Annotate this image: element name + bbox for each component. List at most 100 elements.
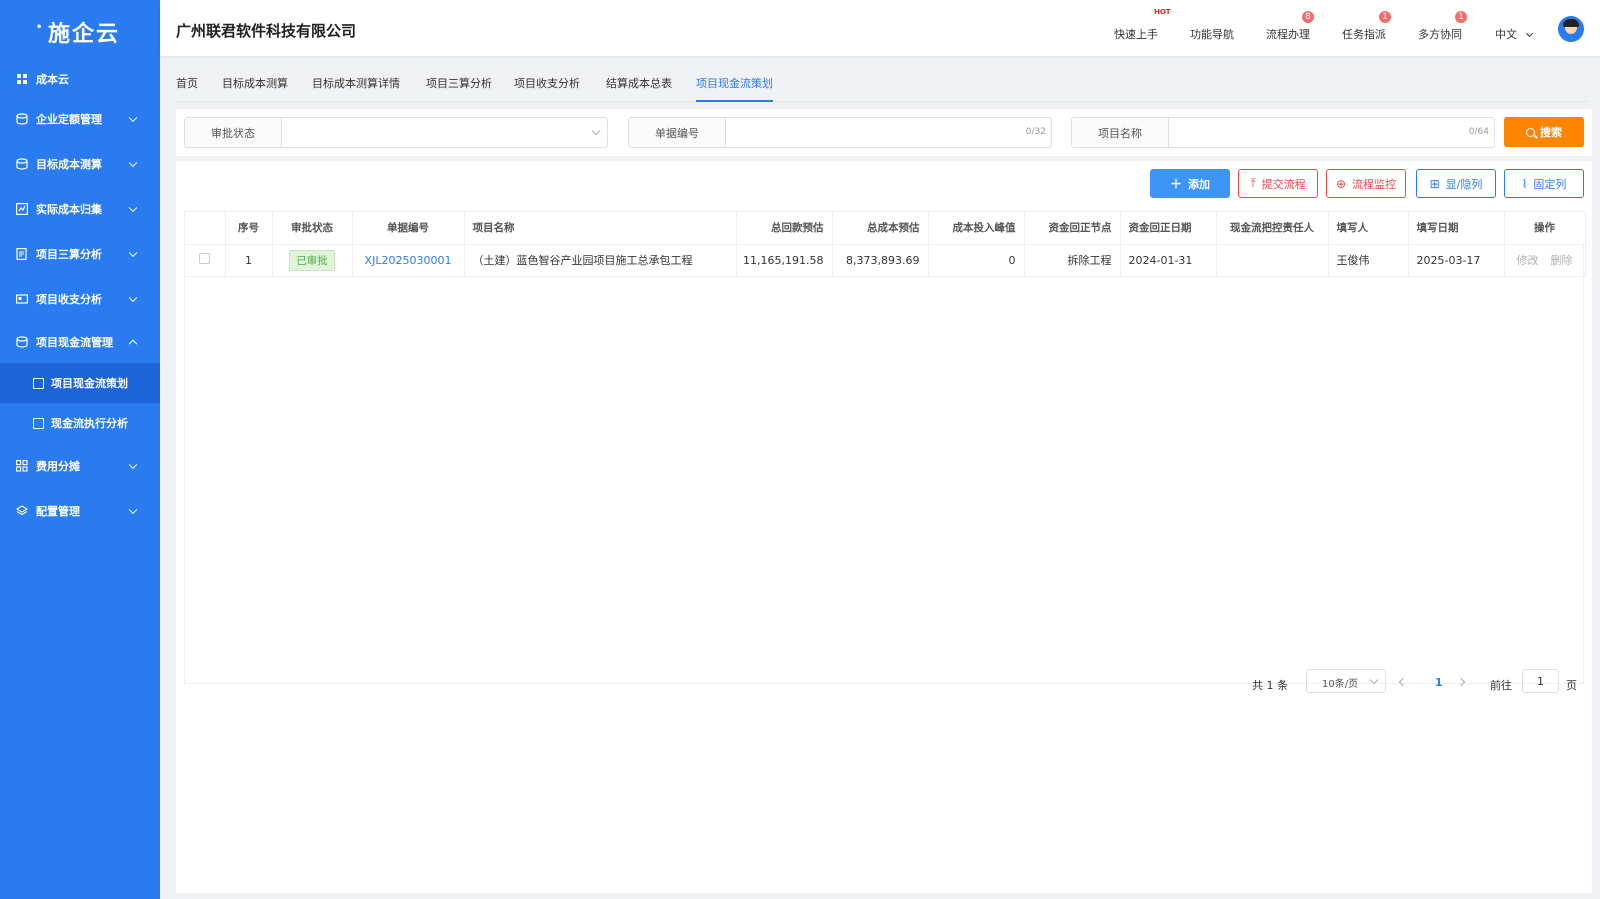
- col-header: 项目名称: [464, 212, 737, 245]
- sidebar-item-allocation[interactable]: 费用分摊: [0, 443, 160, 488]
- tab-home[interactable]: 首页: [176, 75, 198, 100]
- upload-icon: ⤒: [1250, 176, 1256, 190]
- nav-quick-start[interactable]: 快速上手 HOT: [1114, 8, 1171, 42]
- search-button[interactable]: 搜索: [1504, 117, 1584, 147]
- row-checkbox-cell[interactable]: [185, 244, 226, 277]
- project-name-input[interactable]: 0/64: [1169, 118, 1494, 147]
- doc-number-field[interactable]: 单据编号 0/32: [628, 117, 1052, 148]
- approval-status-select[interactable]: 审批状态: [184, 117, 608, 148]
- logo-text: 施企云: [36, 16, 120, 48]
- char-counter: 0/32: [1025, 127, 1046, 137]
- add-button[interactable]: ＋ 添加: [1150, 169, 1230, 198]
- project-name-field[interactable]: 项目名称 0/64: [1071, 117, 1495, 148]
- edit-button[interactable]: 修改: [1517, 254, 1539, 267]
- cell-status: 已审批: [272, 244, 353, 277]
- plus-icon: ＋: [1169, 177, 1182, 191]
- toggle-cols-label: 显/隐列: [1445, 177, 1483, 191]
- nav-workflow[interactable]: 流程办理 8: [1266, 11, 1314, 42]
- grid-icon: [16, 73, 28, 85]
- sidebar: 施企云 成本云 企业定额管理 目标成本测算 实际成本归集 项目三算分析 项目收支…: [0, 0, 160, 899]
- cell-owner: [1216, 244, 1329, 277]
- cell-cost: 8,373,893.69: [832, 244, 929, 277]
- sidebar-item-label: 目标成本测算: [36, 157, 102, 171]
- tab-income-expense[interactable]: 项目收支分析: [514, 75, 580, 100]
- paperclip-icon: ⌇: [1521, 176, 1528, 191]
- sidebar-subitem-cashflow-plan[interactable]: 项目现金流策划: [0, 363, 160, 403]
- avatar[interactable]: [1558, 16, 1584, 42]
- table-header-row: 序号 审批状态 单据编号 项目名称 总回款预估 总成本预估 成本投入峰值 资金回…: [185, 212, 1586, 245]
- nav-label: 多方协同: [1418, 28, 1462, 41]
- submit-workflow-button[interactable]: ⤒ 提交流程: [1238, 169, 1318, 198]
- select-all-header[interactable]: [185, 212, 226, 245]
- doc-number-link[interactable]: XJL2025030001: [365, 254, 452, 267]
- nav-collaboration[interactable]: 多方协同 1: [1418, 11, 1467, 42]
- company-name: 广州联君软件科技有限公司: [176, 22, 357, 40]
- col-header: 操作: [1504, 212, 1586, 245]
- sidebar-item-cashflow[interactable]: 项目现金流管理: [0, 321, 160, 363]
- top-header: 广州联君软件科技有限公司 快速上手 HOT 功能导航 流程办理 8 任务指派 1…: [160, 0, 1600, 56]
- chevron-down-icon: [128, 113, 138, 122]
- sidebar-item-income-expense[interactable]: 项目收支分析: [0, 276, 160, 321]
- search-panel: 审批状态 单据编号 0/32 项目名称 0/64 搜索: [176, 109, 1592, 156]
- add-label: 添加: [1188, 177, 1210, 191]
- chevron-down-icon: [128, 203, 138, 212]
- target-icon: ⊕: [1335, 176, 1347, 191]
- current-page[interactable]: 1: [1435, 676, 1443, 689]
- tab-target-cost[interactable]: 目标成本测算: [222, 75, 288, 100]
- nav-function-guide[interactable]: 功能导航: [1190, 26, 1234, 42]
- sidebar-item-label: 费用分摊: [36, 459, 80, 473]
- page-size-select[interactable]: 10条/页: [1306, 669, 1386, 693]
- goto-suffix: 页: [1566, 679, 1577, 692]
- chevron-down-icon: [128, 158, 138, 167]
- sidebar-item-config[interactable]: 配置管理: [0, 488, 160, 533]
- toggle-columns-button[interactable]: ⊞ 显/隐列: [1416, 169, 1496, 198]
- chart-icon: [16, 202, 28, 215]
- submit-label: 提交流程: [1261, 177, 1306, 191]
- row-checkbox[interactable]: [199, 253, 211, 264]
- logo[interactable]: 施企云: [0, 0, 160, 64]
- char-counter: 0/64: [1468, 127, 1489, 137]
- search-icon: [1526, 127, 1535, 137]
- tab-cashflow-plan[interactable]: 项目现金流策划: [696, 75, 773, 102]
- col-header: 总成本预估: [832, 212, 929, 245]
- document-icon: [16, 247, 28, 260]
- tab-target-cost-detail[interactable]: 目标成本测算详情: [312, 75, 400, 100]
- cell-write-date: 2025-03-17: [1408, 244, 1505, 277]
- delete-button[interactable]: 删除: [1551, 254, 1573, 267]
- tab-three-calc[interactable]: 项目三算分析: [426, 75, 492, 100]
- chevron-down-icon: [128, 248, 138, 257]
- table-row[interactable]: 1 已审批 XJL2025030001 （土建）蓝色智谷产业园项目施工总承包工程…: [185, 244, 1586, 277]
- monitor-label: 流程监控: [1352, 177, 1397, 191]
- sidebar-item-target-cost[interactable]: 目标成本测算: [0, 141, 160, 186]
- cashflow-table: 序号 审批状态 单据编号 项目名称 总回款预估 总成本预估 成本投入峰值 资金回…: [185, 212, 1586, 277]
- col-header: 资金回正日期: [1120, 212, 1217, 245]
- goto-page-input[interactable]: 1: [1522, 669, 1559, 693]
- count-badge: 8: [1302, 11, 1314, 23]
- col-header: 现金流把控责任人: [1216, 212, 1329, 245]
- sidebar-subitem-label: 现金流执行分析: [51, 417, 128, 430]
- chevron-up-icon: [128, 339, 138, 349]
- workflow-monitor-button[interactable]: ⊕ 流程监控: [1326, 169, 1406, 198]
- language-select[interactable]: 中文: [1495, 26, 1534, 42]
- cell-node: 拆除工程: [1024, 244, 1121, 277]
- cell-code: XJL2025030001: [352, 244, 465, 277]
- col-header: 审批状态: [272, 212, 353, 245]
- nav-task-assign[interactable]: 任务指派 1: [1342, 11, 1391, 42]
- sidebar-subitem-cashflow-analysis[interactable]: 现金流执行分析: [0, 403, 160, 443]
- col-header: 序号: [225, 212, 273, 245]
- approval-status-input[interactable]: [282, 118, 607, 147]
- sidebar-subitem-label: 项目现金流策划: [51, 377, 128, 390]
- col-header: 填写日期: [1408, 212, 1505, 245]
- sidebar-item-actual-cost[interactable]: 实际成本归集: [0, 186, 160, 231]
- sidebar-item-cost-cloud[interactable]: 成本云: [0, 62, 160, 96]
- grid-icon: ⊞: [1429, 176, 1440, 191]
- fix-columns-button[interactable]: ⌇ 固定列: [1504, 169, 1584, 198]
- nav-label: 流程办理: [1266, 28, 1310, 41]
- doc-number-input[interactable]: 0/32: [726, 118, 1051, 147]
- sidebar-item-quota[interactable]: 企业定额管理: [0, 96, 160, 141]
- nav-label: 功能导航: [1190, 28, 1234, 41]
- count-badge: 1: [1379, 11, 1391, 23]
- sidebar-item-three-calc[interactable]: 项目三算分析: [0, 231, 160, 276]
- sidebar-item-label: 配置管理: [36, 504, 80, 518]
- tab-settlement[interactable]: 结算成本总表: [606, 75, 672, 100]
